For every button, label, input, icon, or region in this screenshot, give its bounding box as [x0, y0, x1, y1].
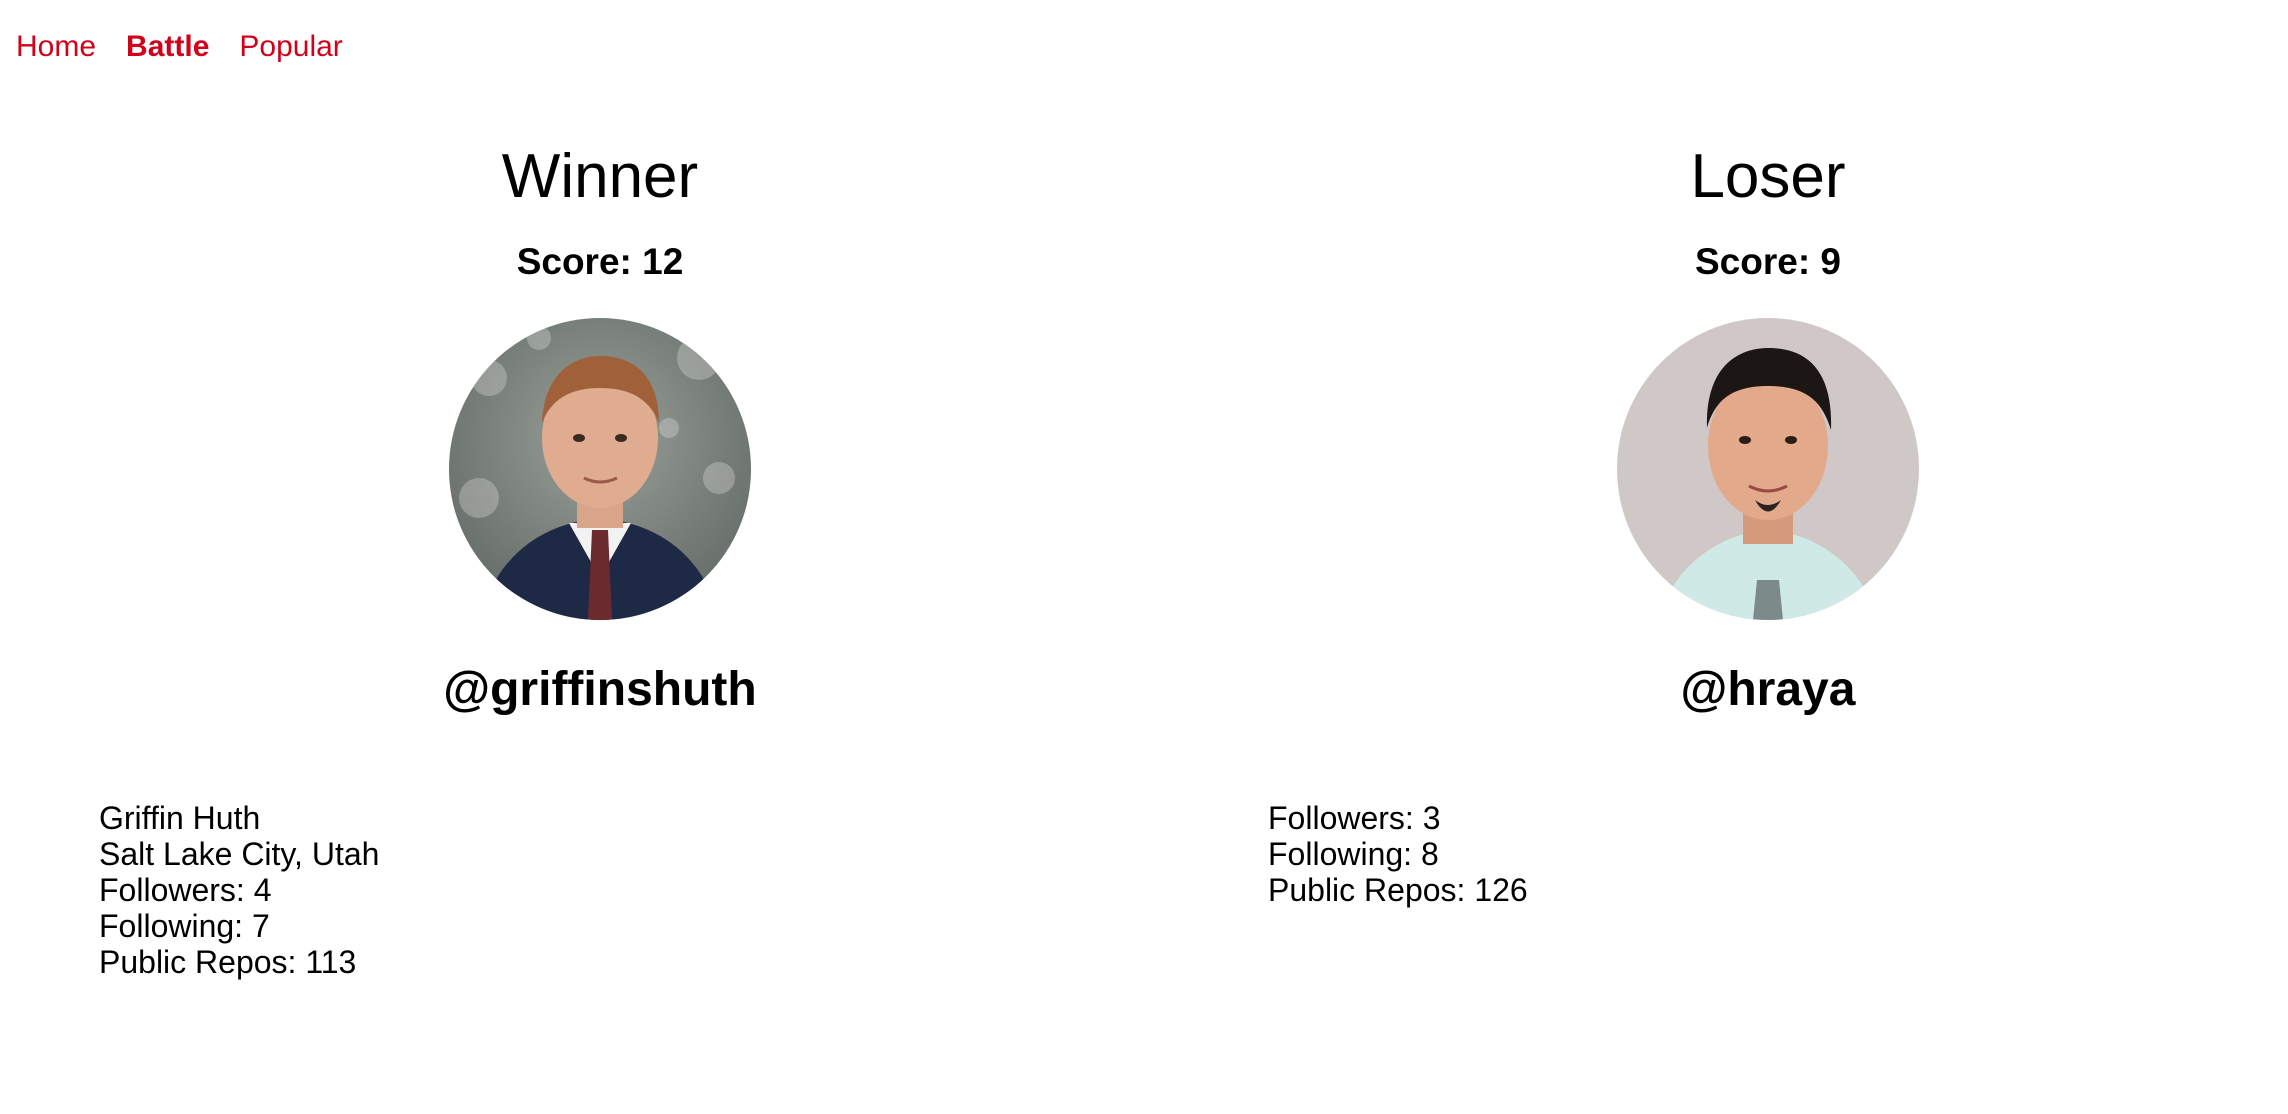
winner-followers: Followers: 4 — [99, 872, 272, 908]
loser-details-list: Followers: 3 Following: 8 Public Repos: … — [1268, 800, 1528, 908]
nav-battle-link[interactable]: Battle — [126, 30, 209, 64]
loser-card: Loser Score: 9 @hraya — [1268, 140, 2268, 718]
loser-followers: Followers: 3 — [1268, 800, 1441, 836]
main-nav: Home Battle Popular — [16, 30, 343, 64]
winner-username[interactable]: @griffinshuth — [100, 662, 1100, 718]
winner-repos: Public Repos: 113 — [99, 944, 357, 980]
winner-heading: Winner — [501, 142, 699, 211]
loser-heading: Loser — [1690, 142, 1846, 211]
winner-details-list: Griffin Huth Salt Lake City, Utah Follow… — [99, 800, 379, 980]
nav-popular-link[interactable]: Popular — [239, 30, 342, 64]
loser-following: Following: 8 — [1268, 836, 1439, 872]
winner-name: Griffin Huth — [99, 800, 261, 836]
loser-username[interactable]: @hraya — [1268, 662, 2268, 718]
loser-repos: Public Repos: 126 — [1268, 872, 1528, 908]
winner-following: Following: 7 — [99, 908, 270, 944]
winner-avatar — [449, 318, 751, 620]
loser-score: Score: 9 — [1694, 241, 1841, 282]
winner-card: Winner Score: 12 @griffinshuth — [100, 140, 1100, 718]
loser-avatar — [1617, 318, 1919, 620]
winner-score: Score: 12 — [516, 241, 684, 282]
nav-home-link[interactable]: Home — [16, 30, 96, 64]
winner-location: Salt Lake City, Utah — [99, 836, 380, 872]
